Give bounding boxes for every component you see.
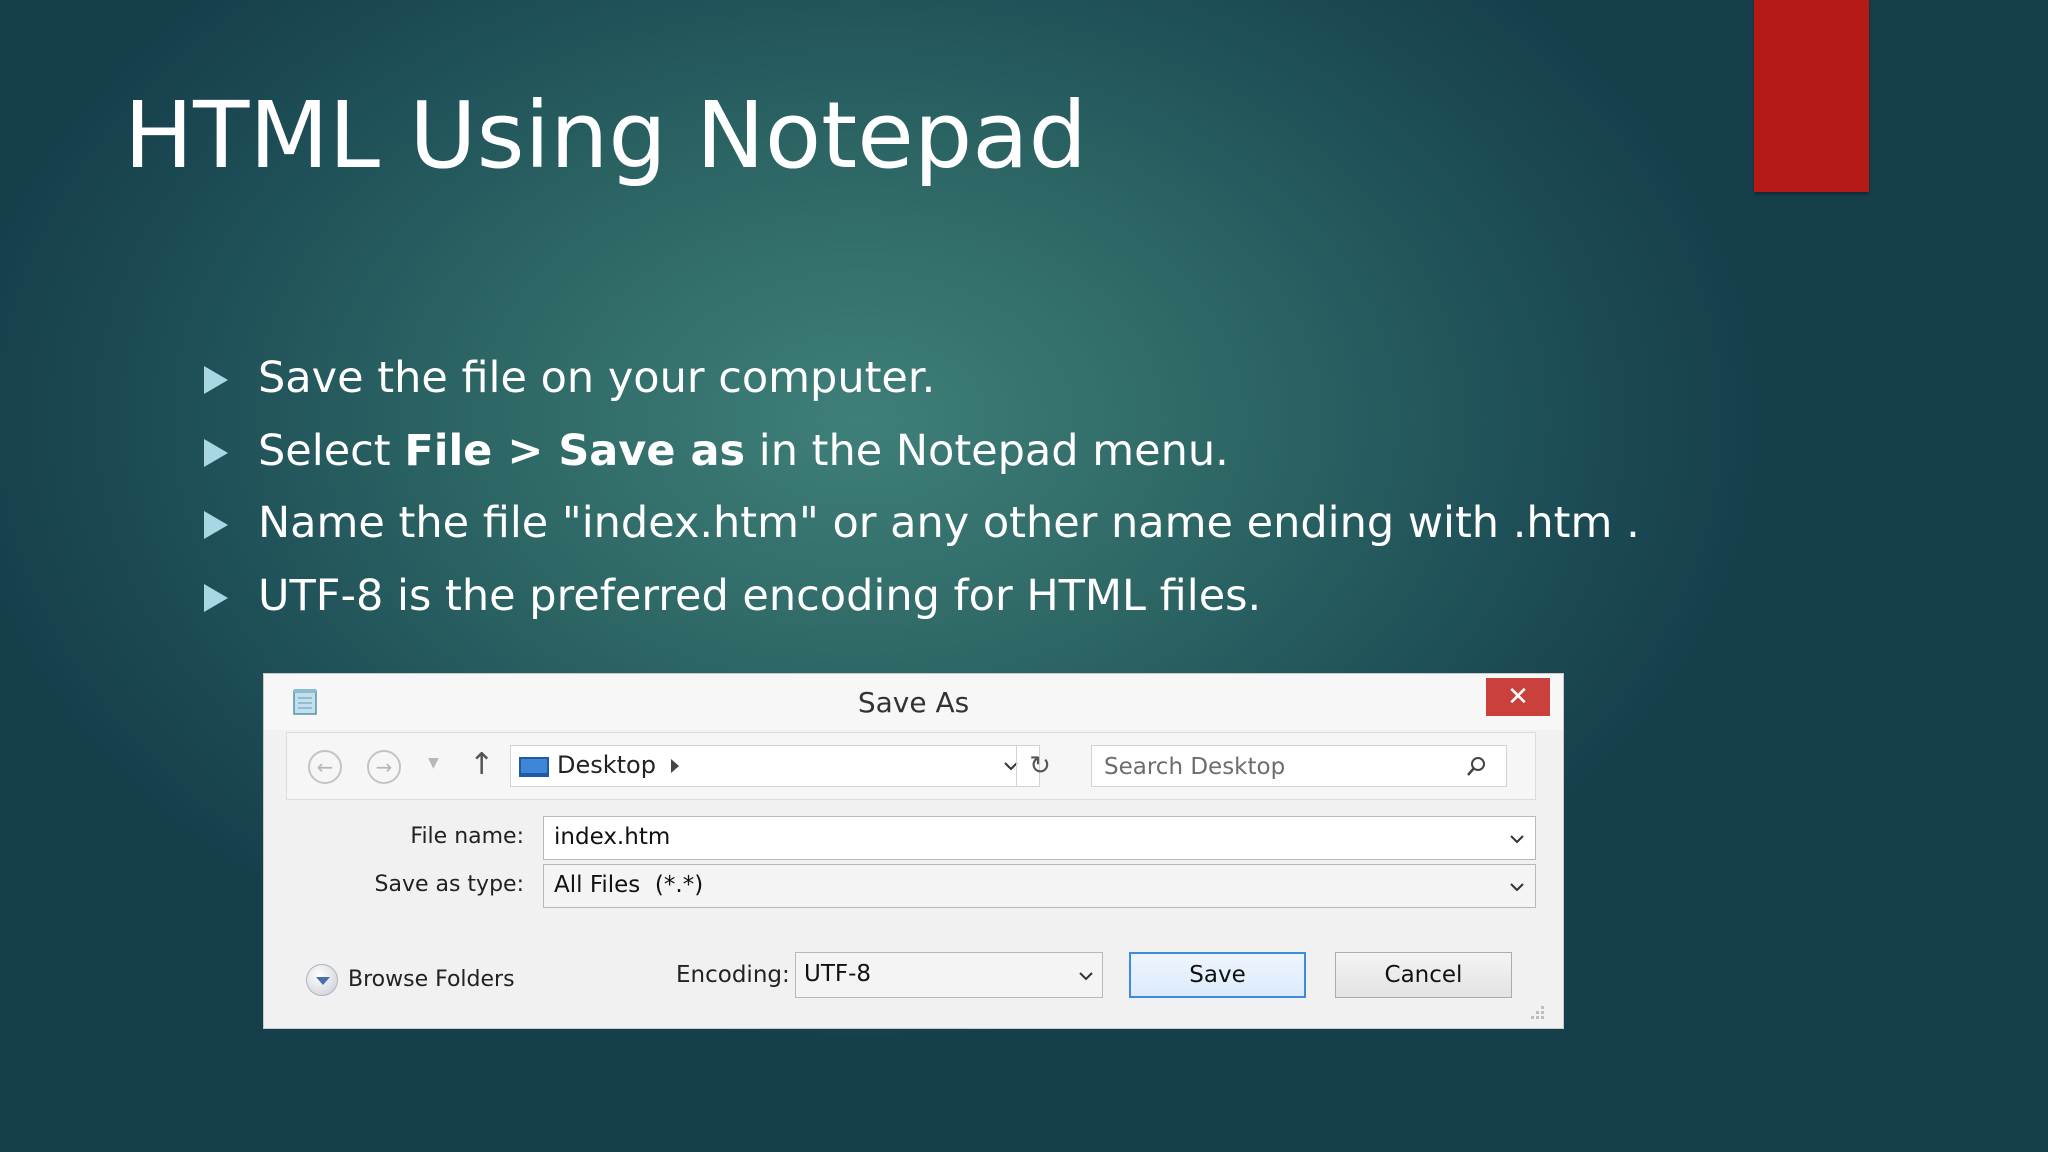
bullet-list: Save the file on your computer. Select F… [200,352,1640,642]
back-arrow-icon: ← [316,755,334,779]
browse-folders-label: Browse Folders [348,967,515,992]
refresh-button[interactable]: ↻ [1016,745,1063,787]
slide-title: HTML Using Notepad [124,82,1087,189]
save-as-type-value: All Files (*.*) [554,872,704,898]
bullet-item: Save the file on your computer. [200,352,1640,425]
file-name-row: File name: index.htm [264,816,1563,860]
bullet-text: Name the file "index.htm" or any other n… [258,498,1640,548]
search-icon[interactable] [1464,755,1488,779]
save-as-dialog: Save As ✕ ← → ▼ ↑ Desktop ↻ Search Deskt… [263,673,1564,1029]
bullet-bold-text: File > Save as [404,425,746,476]
cancel-button[interactable]: Cancel [1335,952,1512,998]
close-button[interactable]: ✕ [1486,678,1550,716]
save-as-type-select[interactable]: All Files (*.*) [543,864,1536,908]
chevron-down-icon[interactable] [1507,829,1527,849]
address-bar[interactable]: Desktop ↻ [510,745,1051,787]
bullet-text: UTF-8 is the preferred encoding for HTML… [258,570,1262,621]
navigation-toolbar: ← → ▼ ↑ Desktop ↻ [286,732,1536,800]
bullet-item: Name the file "index.htm" or any other n… [200,497,1640,570]
encoding-value: UTF-8 [804,961,872,987]
bullet-item: UTF-8 is the preferred encoding for HTML… [200,570,1640,643]
bullet-text-tail: in the Notepad menu. [745,425,1229,476]
bullet-arrow-icon [204,366,228,394]
bullet-arrow-icon [204,438,228,467]
bullet-item: Select File > Save as in the Notepad men… [200,425,1640,498]
recent-locations-dropdown[interactable]: ▼ [428,755,439,771]
expand-circle-icon [306,964,338,996]
encoding-label: Encoding: [676,962,790,988]
chevron-down-icon[interactable] [1076,966,1096,986]
search-input[interactable] [1102,746,1446,788]
encoding-select[interactable]: UTF-8 [795,952,1103,998]
resize-grip-icon[interactable] [1527,1002,1545,1020]
save-button[interactable]: Save [1129,952,1306,998]
search-box[interactable] [1091,745,1507,788]
breadcrumb-caret-icon[interactable] [671,759,679,773]
file-name-value: index.htm [554,824,671,850]
desktop-icon [519,757,549,777]
address-location: Desktop [557,751,656,779]
dialog-titlebar: Save As ✕ [264,674,1563,730]
back-button[interactable]: ← [308,750,342,784]
forward-arrow-icon: → [375,755,393,779]
save-as-type-row: Save as type: All Files (*.*) [264,864,1563,908]
forward-button[interactable]: → [367,750,401,784]
refresh-icon: ↻ [1029,751,1051,781]
decorative-red-tab [1754,0,1869,192]
bullet-text: Save the file on your computer. [258,353,936,403]
up-button[interactable]: ↑ [469,747,494,782]
bullet-text: Select [258,425,405,476]
file-name-label: File name: [410,824,524,849]
chevron-down-icon[interactable] [1507,877,1527,897]
dialog-title: Save As [857,686,970,719]
up-arrow-icon: ↑ [469,747,495,782]
file-name-field[interactable]: index.htm [543,816,1536,860]
bullet-arrow-icon [204,511,228,539]
bullet-arrow-icon [204,583,228,612]
save-as-type-label: Save as type: [374,872,525,897]
